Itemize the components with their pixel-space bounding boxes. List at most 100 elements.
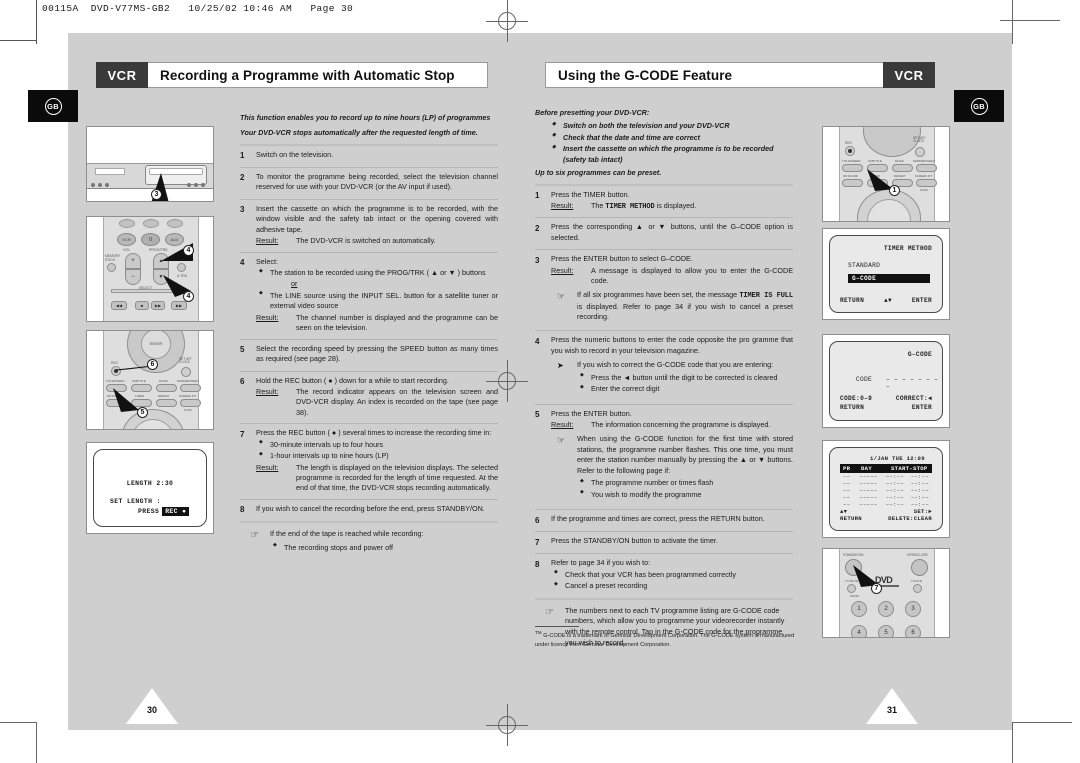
pointing-hand-icon: ☞ — [557, 291, 566, 302]
bullet-item: The recording stops and power off — [270, 542, 498, 554]
bullet-item: You wish to modify the programme — [577, 489, 793, 500]
osd-foot-set: SET:► — [913, 507, 932, 515]
result-text: A message is displayed to allow you to e… — [591, 265, 793, 285]
result-text: The DVD-VCR is switched on automatically… — [296, 236, 436, 246]
divider — [535, 249, 793, 251]
right-page-footnote: TM G-CODE is a trademark of Gemstar Deve… — [535, 626, 797, 649]
cell-start: ––:–– — [885, 487, 905, 494]
osd-length-screen: LENGTH 2:30 SET LENGTH : PRESS REC ● — [86, 442, 214, 534]
pointing-hand-icon: ☞ — [557, 435, 566, 446]
language-code-gb: GB — [44, 97, 62, 115]
divider — [535, 330, 793, 332]
callout-number: 5 — [137, 407, 148, 418]
remote-timer-button-illustration: REC SET UP/CLOCK TITLE/SPEED SUBTITLE MO… — [822, 126, 950, 222]
cell-day: ––––– — [859, 487, 878, 494]
osd-option-standard: STANDARD — [848, 262, 881, 269]
right-step-1: 1 Press the TIMER button. Result: The TI… — [535, 190, 793, 213]
left-intro-2: Your DVD-VCR stops automatically after t… — [240, 128, 478, 138]
left-step-1: 1 Switch on the television. — [240, 150, 498, 162]
callout-number: 3 — [151, 189, 162, 200]
osd-title: G–CODE — [907, 351, 932, 358]
right-page-title: Using the G-CODE Feature — [545, 62, 883, 88]
divider — [240, 251, 498, 253]
bullet-item: Check that the date and time are correct — [549, 132, 793, 143]
step-result: Result: The TIMER METHOD is displayed. — [551, 201, 793, 212]
crop-tick-bottom-right — [1012, 722, 1013, 763]
step-text: If the programme and times are correct, … — [551, 514, 765, 524]
left-intro-1: This function enables you to record up t… — [240, 113, 491, 122]
cell-start: ––:–– — [885, 473, 905, 480]
callout-number: 4 — [183, 291, 194, 302]
crop-tick-bottom-left — [0, 722, 36, 723]
cell-pr: –– — [843, 487, 851, 494]
step-bullets: 30-minute intervals up to four hours 1-h… — [256, 439, 498, 462]
language-code-gb: GB — [970, 97, 988, 115]
step-text: Press the ENTER button to select G–CODE. — [551, 254, 693, 264]
note-text: When using the G-CODE function for the f… — [577, 434, 793, 475]
osd-timer-list-screen: 1/JAN TUE 12:09 PR DAY START–STOP –– –––… — [822, 440, 950, 538]
step-text: Press the STANDBY/ON button to activate … — [551, 536, 718, 546]
divider — [240, 370, 498, 372]
cell-day: ––––– — [859, 480, 878, 487]
osd-foot-updown: ▲▼ — [883, 297, 893, 304]
osd-code-label: CODE — [856, 376, 873, 383]
right-page-titlebar: Using the G-CODE Feature VCR — [545, 62, 935, 88]
osd-rec-key: REC ● — [162, 507, 190, 516]
right-step-5: 5 Press the ENTER button. Result: The in… — [535, 409, 793, 505]
result-label: Result: — [256, 386, 279, 396]
bullet-item: 30-minute intervals up to four hours — [256, 439, 498, 450]
cell-day: ––––– — [859, 501, 878, 508]
step-bullets-2: The LINE source using the INPUT SEL. but… — [256, 290, 498, 312]
crop-mark-vertical-left — [36, 0, 37, 44]
osd-col-startstop: START–STOP — [891, 465, 928, 472]
step-number: 3 — [240, 205, 245, 215]
osd-foot-return: RETURN — [840, 515, 862, 523]
result-text: The information concerning the programme… — [591, 420, 771, 430]
step-bullets: Check that your VCR has been programmed … — [551, 569, 793, 592]
left-page-titlebar: VCR Recording a Programme with Automatic… — [96, 62, 488, 88]
crop-tick-bottom-right-h — [1012, 722, 1072, 723]
cell-day: ––––– — [859, 473, 878, 480]
osd-foot-correct: CORRECT:◄ — [895, 395, 932, 403]
bullet-item: 1-hour intervals up to nine hours (LP) — [256, 451, 498, 461]
step-number: 2 — [535, 223, 540, 233]
osd-title: TIMER METHOD — [883, 245, 932, 252]
cell-stop: ––:–– — [910, 494, 929, 501]
result-text-pre: The — [591, 201, 606, 211]
note-text: If the end of the tape is reached while … — [270, 529, 424, 538]
osd-timer-row: –– ––––– ––:–– ––:–– — [840, 494, 932, 501]
osd-press-label: PRESS — [138, 508, 160, 515]
language-tab-right: GB — [954, 90, 1004, 122]
divider — [240, 423, 498, 425]
osd-foot-updown: ▲▼ — [840, 507, 848, 515]
result-text-post: is displayed. — [654, 201, 697, 211]
note-bullets: Press the ◄ button until the digit to be… — [577, 372, 793, 395]
divider — [535, 597, 793, 600]
left-page-number-badge: 30 — [126, 688, 178, 724]
step-number: 4 — [240, 258, 245, 268]
cell-start: ––:–– — [885, 480, 905, 487]
bullet-item: Press the ◄ button until the digit to be… — [577, 372, 793, 383]
bullet-item: The station to be recorded using the PRO… — [256, 268, 498, 278]
step-text: Insert the cassette on which the program… — [256, 203, 498, 234]
callout-number: 4 — [183, 245, 194, 256]
divider — [535, 403, 793, 405]
left-step-6: 6 Hold the REC button ( ● ) down for a w… — [240, 376, 498, 419]
result-label: Result: — [551, 265, 574, 275]
divider — [240, 498, 498, 500]
registration-mark-bottom — [486, 704, 528, 746]
step-text: To monitor the programme being recorded,… — [256, 171, 498, 192]
osd-timer-method-screen: TIMER METHOD STANDARD G–CODE RETURN ▲▼ E… — [822, 228, 950, 320]
pointing-hand-icon: ☞ — [250, 530, 259, 541]
right-page-number: 31 — [886, 705, 897, 715]
osd-col-day: DAY — [861, 465, 872, 472]
result-text: The length is displayed on the televisio… — [296, 462, 498, 493]
note-text: If all six programmes have been set, the… — [577, 290, 793, 322]
step-text: Hold the REC button ( ● ) down for a whi… — [256, 375, 449, 385]
step-text: Select the recording speed by pressing t… — [256, 343, 498, 364]
step-text: Press the ENTER button. — [551, 408, 632, 418]
cell-stop: ––:–– — [910, 473, 929, 480]
step-text: Press the REC button ( ● ) several times… — [256, 428, 492, 438]
divider — [535, 183, 793, 186]
step-text: Select: — [256, 256, 278, 266]
